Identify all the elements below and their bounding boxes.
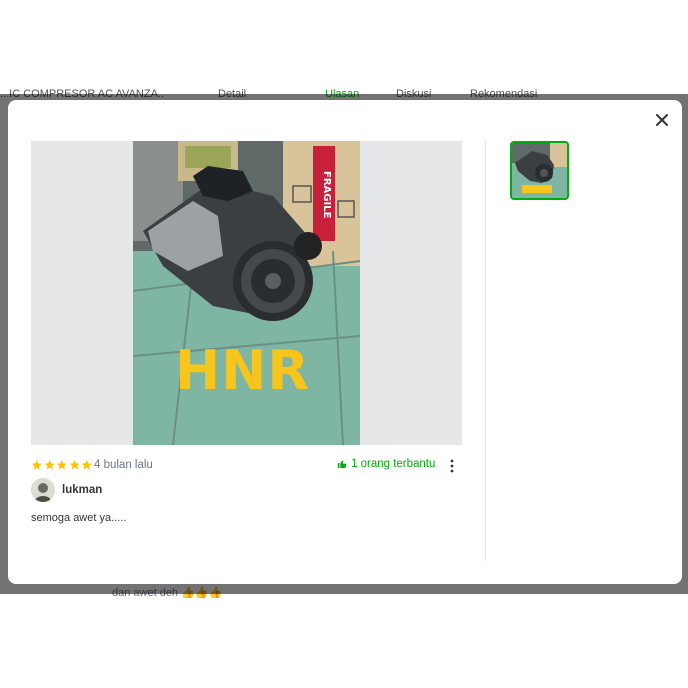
close-button[interactable]	[652, 110, 672, 130]
fragile-label: FRAGILE	[321, 171, 332, 219]
more-options-button[interactable]	[446, 458, 458, 474]
star-icon	[44, 459, 55, 470]
review-time: 4 bulan lalu	[94, 459, 153, 471]
review-image-modal: FRAGILE HNR 4 bulan lalu 1 orang terbant…	[8, 100, 682, 584]
helpful-count-text: 1 orang terbantu	[351, 458, 436, 470]
thumbnail-1[interactable]	[510, 141, 569, 200]
rating-stars	[31, 459, 93, 471]
star-icon	[56, 459, 67, 470]
modal-divider	[485, 141, 486, 561]
close-icon	[656, 114, 668, 126]
thumbnail-image	[512, 143, 567, 198]
thumbs-up-icon	[337, 460, 347, 469]
kebab-menu-icon	[450, 459, 454, 473]
star-icon	[69, 459, 80, 470]
reviewer-name[interactable]: lukman	[62, 484, 102, 496]
review-text: semoga awet ya.....	[31, 512, 127, 524]
star-icon	[81, 459, 92, 470]
helpful-button[interactable]: 1 orang terbantu	[337, 458, 435, 470]
watermark-text: HNR	[175, 339, 310, 402]
star-icon	[31, 459, 42, 470]
avatar-image	[31, 478, 55, 502]
avatar[interactable]	[31, 478, 55, 502]
reviewer-row: lukman	[31, 478, 102, 502]
main-review-image: FRAGILE HNR	[31, 141, 462, 445]
review-meta-row: 4 bulan lalu 1 orang terbantu	[31, 458, 462, 476]
compressor-photo: FRAGILE HNR	[133, 141, 360, 445]
